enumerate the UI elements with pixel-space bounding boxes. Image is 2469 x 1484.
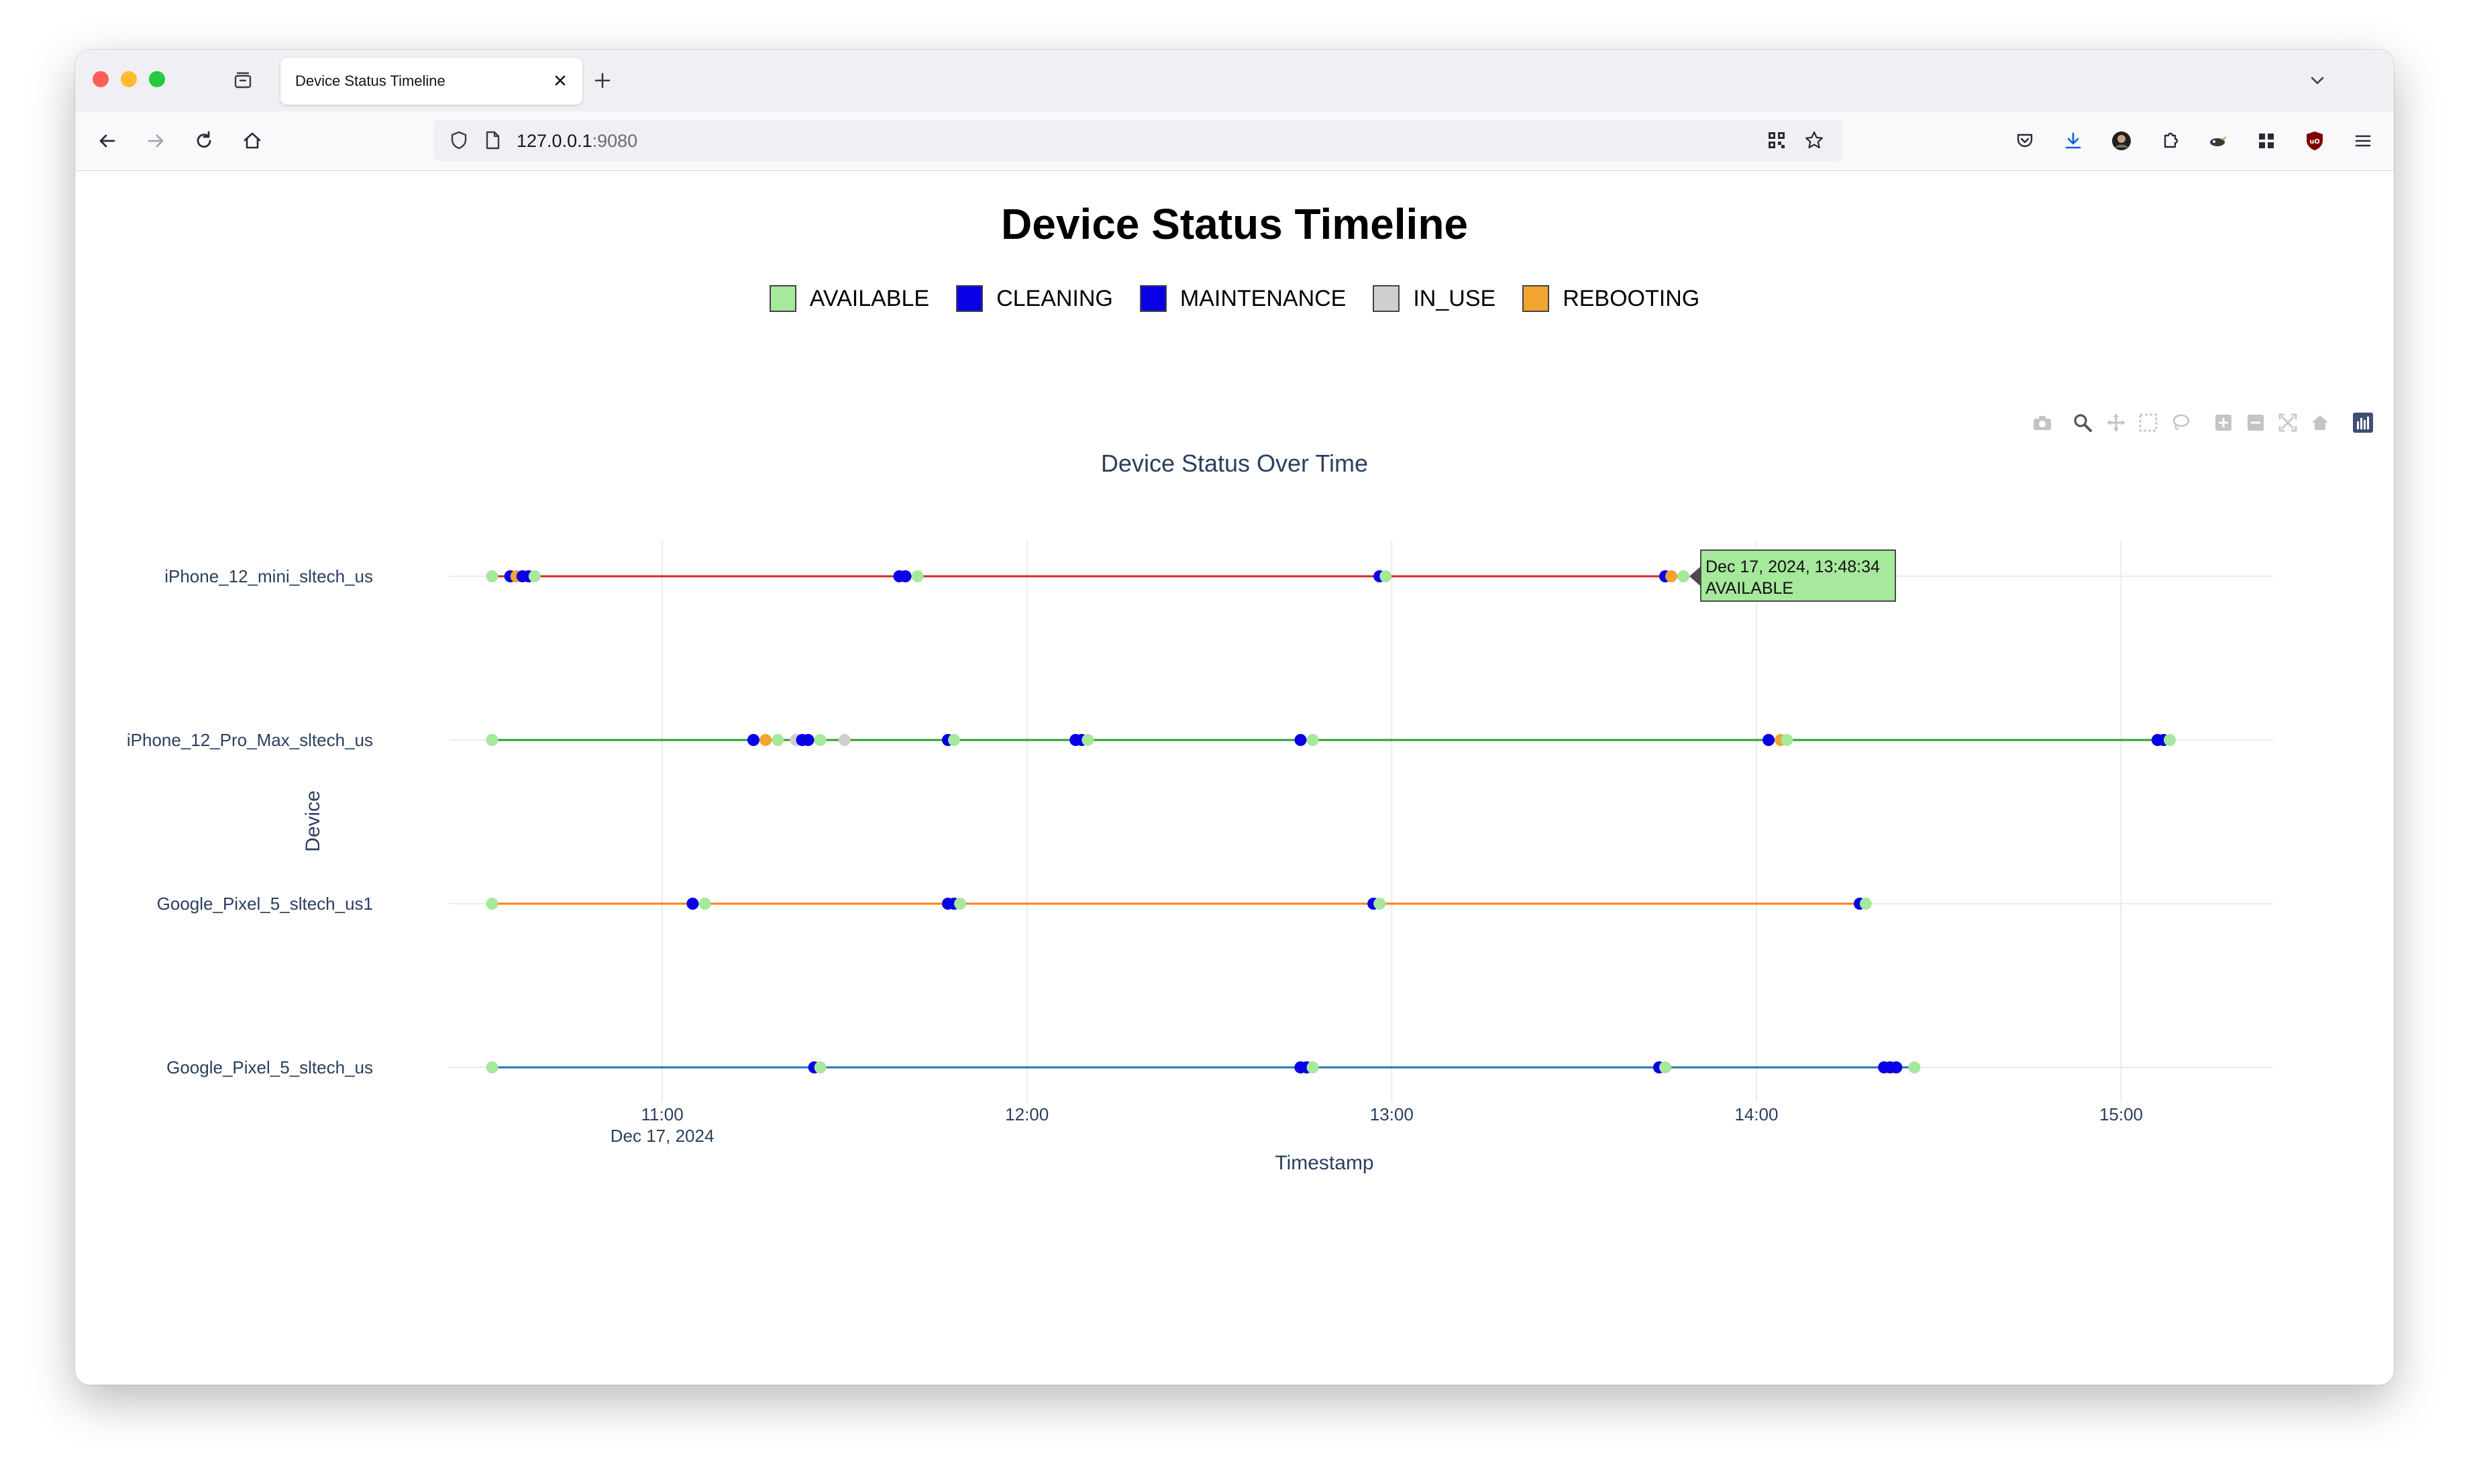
status-point[interactable] — [1373, 898, 1386, 910]
status-point[interactable] — [1082, 734, 1094, 746]
x-tick-label: 14:00 — [1734, 1104, 1778, 1124]
x-tick-label: 11:00 — [641, 1104, 684, 1124]
status-point[interactable] — [2163, 734, 2176, 746]
status-point[interactable] — [1763, 734, 1775, 746]
extensions-puzzle-icon[interactable] — [2155, 126, 2185, 156]
status-point[interactable] — [759, 734, 772, 746]
status-point[interactable] — [1379, 570, 1392, 582]
downloads-icon[interactable] — [2058, 126, 2088, 156]
status-point[interactable] — [1659, 1061, 1671, 1073]
status-point[interactable] — [814, 734, 827, 746]
y-tick-label: Google_Pixel_5_sltech_us — [166, 1057, 373, 1077]
tab-close-icon[interactable] — [547, 68, 573, 93]
chart-title: Device Status Over Time — [1101, 449, 1368, 477]
url-text[interactable]: 127.0.0.1:9080 — [517, 131, 637, 152]
tab-title: Device Status Timeline — [295, 72, 445, 89]
x-tick-label: 12:00 — [1005, 1104, 1049, 1124]
hover-tooltip: Dec 17, 2024, 13:48:34 AVAILABLE — [1700, 549, 1896, 602]
status-point[interactable] — [1677, 570, 1690, 582]
status-point[interactable] — [911, 570, 924, 582]
status-point[interactable] — [899, 570, 912, 582]
view-tabs-icon[interactable] — [228, 66, 258, 95]
status-point[interactable] — [486, 898, 498, 910]
device-status-chart[interactable]: 11:00Dec 17, 2024 12:00 13:00 14:00 15:00 iPh… — [75, 171, 2394, 1385]
pocket-icon[interactable] — [2010, 126, 2040, 156]
close-window-button[interactable] — [93, 71, 109, 87]
x-tick-label: 13:00 — [1370, 1104, 1414, 1124]
x-tick-sublabel: Dec 17, 2024 — [611, 1126, 715, 1146]
status-point[interactable] — [698, 898, 711, 910]
zoom-window-button[interactable] — [149, 71, 165, 87]
bookmark-star-icon[interactable] — [1802, 128, 1826, 152]
back-arrow-icon[interactable] — [93, 126, 122, 156]
extension-bird-icon[interactable] — [2203, 126, 2233, 156]
browser-window: Device Status Timeline 127.0.0.1:9080 uO… — [75, 50, 2394, 1385]
ublock-shield-icon[interactable]: uO — [2300, 126, 2329, 156]
status-point[interactable] — [1665, 570, 1678, 582]
tooltip-timestamp: Dec 17, 2024, 13:48:34 — [1705, 558, 1880, 576]
new-tab-icon[interactable] — [588, 66, 617, 95]
status-point[interactable] — [954, 898, 967, 910]
y-tick-label: Google_Pixel_5_sltech_us1 — [157, 894, 373, 914]
url-bar[interactable]: 127.0.0.1:9080 — [433, 119, 1842, 161]
page-info-icon[interactable] — [480, 128, 505, 152]
y-axis-title: Device — [302, 790, 324, 852]
status-point[interactable] — [772, 734, 784, 746]
status-point[interactable] — [802, 734, 815, 746]
status-point[interactable] — [1306, 734, 1319, 746]
y-tick-label: iPhone_12_mini_sltech_us — [164, 566, 373, 586]
svg-text:uO: uO — [2309, 138, 2320, 146]
status-point[interactable] — [486, 1061, 498, 1073]
shield-icon[interactable] — [447, 128, 471, 152]
navigation-toolbar: 127.0.0.1:9080 uO — [75, 111, 2394, 171]
minimize-window-button[interactable] — [121, 71, 137, 87]
y-tick-label: iPhone_12_Pro_Max_sltech_us — [127, 730, 373, 750]
status-point[interactable] — [838, 734, 851, 746]
status-point[interactable] — [1306, 1061, 1319, 1073]
forward-arrow-icon[interactable] — [141, 126, 170, 156]
status-point[interactable] — [1908, 1061, 1921, 1073]
url-host: 127.0.0.1 — [517, 131, 592, 151]
tooltip-status: AVAILABLE — [1705, 579, 1794, 598]
status-point[interactable] — [486, 734, 498, 746]
tab-strip: Device Status Timeline — [75, 50, 2394, 111]
reload-icon[interactable] — [189, 126, 219, 156]
status-point[interactable] — [814, 1061, 827, 1073]
status-point[interactable] — [747, 734, 759, 746]
status-point[interactable] — [1859, 898, 1872, 910]
tab-active[interactable]: Device Status Timeline — [280, 58, 582, 105]
status-point[interactable] — [486, 570, 498, 582]
qr-code-icon[interactable] — [1765, 128, 1789, 152]
account-avatar-icon[interactable] — [2107, 126, 2136, 156]
status-point[interactable] — [1294, 734, 1307, 746]
extension-grid-icon[interactable] — [2252, 126, 2281, 156]
menu-hamburger-icon[interactable] — [2348, 126, 2378, 156]
x-tick-label: 15:00 — [2099, 1104, 2143, 1124]
page-content: Device Status Timeline AVAILABLE CLEANIN… — [75, 171, 2394, 1385]
url-port: :9080 — [592, 131, 638, 151]
home-icon[interactable] — [238, 126, 267, 156]
status-point[interactable] — [1781, 734, 1793, 746]
chevron-down-icon[interactable] — [2303, 66, 2332, 95]
status-point[interactable] — [947, 734, 960, 746]
tooltip-pointer — [1689, 567, 1700, 586]
status-point[interactable] — [686, 898, 699, 910]
status-point[interactable] — [1890, 1061, 1903, 1073]
status-point[interactable] — [528, 570, 541, 582]
x-axis-title: Timestamp — [1275, 1152, 1373, 1174]
